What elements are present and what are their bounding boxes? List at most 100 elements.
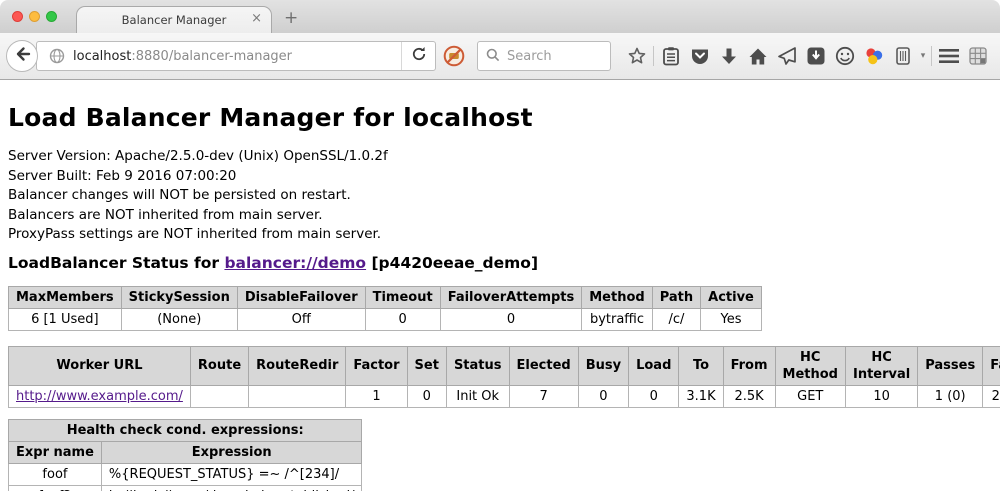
- url-bar[interactable]: localhost:8880/balancer-manager: [36, 41, 436, 71]
- bookmark-star-icon[interactable]: [622, 41, 651, 71]
- column-header: RouteRedir: [249, 346, 346, 385]
- column-header: Fails: [983, 346, 1000, 385]
- column-header: Expr name: [9, 441, 102, 463]
- balancer-settings-table: MaxMembersStickySessionDisableFailoverTi…: [8, 286, 762, 331]
- column-header: DisableFailover: [237, 286, 365, 308]
- table-cell: /c/: [652, 308, 700, 330]
- page-title: Load Balancer Manager for localhost: [8, 103, 992, 132]
- window-close-button[interactable]: [12, 11, 23, 22]
- table-cell: bytraffic: [582, 308, 652, 330]
- table-row: http://www.example.com/ 10Init Ok7003.1K…: [9, 385, 1000, 407]
- reload-button[interactable]: [401, 42, 435, 70]
- color-dots-icon[interactable]: [859, 41, 888, 71]
- table-cell: 0: [440, 308, 582, 330]
- container-icon[interactable]: [888, 41, 917, 71]
- column-header: Timeout: [365, 286, 440, 308]
- table-cell: 0: [629, 385, 679, 407]
- window-minimize-button[interactable]: [29, 11, 40, 22]
- table-cell: Yes: [701, 308, 762, 330]
- table-cell: 6 [1 Used]: [9, 308, 122, 330]
- table-cell: 0: [578, 385, 628, 407]
- column-header: Status: [446, 346, 509, 385]
- search-icon: [486, 47, 500, 66]
- downloads-icon[interactable]: [714, 41, 743, 71]
- table-header-row: MaxMembersStickySessionDisableFailoverTi…: [9, 286, 762, 308]
- globe-icon: [49, 48, 65, 64]
- table-header-row: Worker URLRouteRouteRedirFactorSetStatus…: [9, 346, 1000, 385]
- worker-status-table: Worker URLRouteRouteRedirFactorSetStatus…: [8, 346, 1000, 408]
- table-cell: 1 (0): [918, 385, 983, 407]
- column-header: Path: [652, 286, 700, 308]
- column-header: StickySession: [121, 286, 237, 308]
- back-arrow-icon: [13, 45, 31, 67]
- table-cell: hc('body') =~ /domain is established/: [101, 485, 362, 491]
- home-icon[interactable]: [743, 41, 772, 71]
- chevron-down-icon[interactable]: ▾: [917, 51, 929, 61]
- grid-extension-icon[interactable]: [963, 41, 992, 71]
- table-cell: 1: [346, 385, 407, 407]
- page-content: Load Balancer Manager for localhost Serv…: [0, 80, 1000, 491]
- table-cell: [190, 385, 248, 407]
- reload-icon: [411, 46, 427, 66]
- send-plane-icon[interactable]: [772, 41, 801, 71]
- download-box-icon[interactable]: [801, 41, 830, 71]
- persist-note-line: Balancer changes will NOT be persisted o…: [8, 186, 992, 206]
- search-bar[interactable]: [477, 41, 611, 71]
- heading-suffix: [p4420eeae_demo]: [366, 254, 538, 272]
- column-header: Set: [407, 346, 446, 385]
- back-button[interactable]: [6, 40, 38, 72]
- column-header: Factor: [346, 346, 407, 385]
- heading-prefix: LoadBalancer Status for: [8, 254, 224, 272]
- column-header: MaxMembers: [9, 286, 122, 308]
- server-built-line: Server Built: Feb 9 2016 07:00:20: [8, 167, 992, 187]
- toolbar-icons: ▾: [622, 41, 992, 71]
- pocket-icon[interactable]: [685, 41, 714, 71]
- flashblock-icon[interactable]: [443, 45, 465, 71]
- table-cell: foof2: [9, 485, 102, 491]
- table-cell: [249, 385, 346, 407]
- inherit-note-line: Balancers are NOT inherited from main se…: [8, 206, 992, 226]
- table-cell: 7: [509, 385, 578, 407]
- tab-bar: Balancer Manager × +: [0, 0, 1000, 33]
- table-cell: 3.1K: [679, 385, 723, 407]
- column-header: Active: [701, 286, 762, 308]
- column-header: HC Interval: [845, 346, 917, 385]
- proxypass-note-line: ProxyPass settings are NOT inherited fro…: [8, 225, 992, 245]
- url-path: :8880/balancer-manager: [131, 49, 292, 64]
- table-cell: Init Ok: [446, 385, 509, 407]
- column-header: Worker URL: [9, 346, 191, 385]
- toolbar-separator: [931, 46, 932, 66]
- tab-balancer-manager[interactable]: Balancer Manager ×: [76, 6, 272, 33]
- table-cell: %{REQUEST_STATUS} =~ /^[234]/: [101, 463, 362, 485]
- new-tab-button[interactable]: +: [284, 8, 298, 28]
- table-row: foof2hc('body') =~ /domain is establishe…: [9, 485, 362, 491]
- window-zoom-button[interactable]: [46, 11, 57, 22]
- table-row: foof%{REQUEST_STATUS} =~ /^[234]/: [9, 463, 362, 485]
- url-domain: localhost: [73, 49, 131, 64]
- table-cell: 10: [845, 385, 917, 407]
- smiley-icon[interactable]: [830, 41, 859, 71]
- column-header: Route: [190, 346, 248, 385]
- table-row: 6 [1 Used](None)Off00bytraffic/c/Yes: [9, 308, 762, 330]
- column-header: Expression: [101, 441, 362, 463]
- tab-title: Balancer Manager: [122, 13, 227, 27]
- table-cell: 0: [365, 308, 440, 330]
- worker-url-link[interactable]: http://www.example.com/: [16, 389, 183, 404]
- table-cell: Off: [237, 308, 365, 330]
- tab-close-icon[interactable]: ×: [251, 12, 262, 26]
- table-header-row: Expr nameExpression: [9, 441, 362, 463]
- column-header: Busy: [578, 346, 628, 385]
- column-header: To: [679, 346, 723, 385]
- url-text: localhost:8880/balancer-manager: [73, 49, 401, 64]
- balancer-demo-link[interactable]: balancer://demo: [224, 254, 366, 272]
- column-header: Load: [629, 346, 679, 385]
- column-header: Elected: [509, 346, 578, 385]
- search-input[interactable]: [507, 49, 607, 64]
- health-table-title: Health check cond. expressions:: [9, 419, 362, 441]
- table-cell: 2.5K: [723, 385, 775, 407]
- column-header: HC Method: [775, 346, 845, 385]
- hamburger-menu-icon[interactable]: [934, 41, 963, 71]
- reading-list-icon[interactable]: [656, 41, 685, 71]
- table-cell: 0: [407, 385, 446, 407]
- health-check-table: Health check cond. expressions: Expr nam…: [8, 419, 362, 491]
